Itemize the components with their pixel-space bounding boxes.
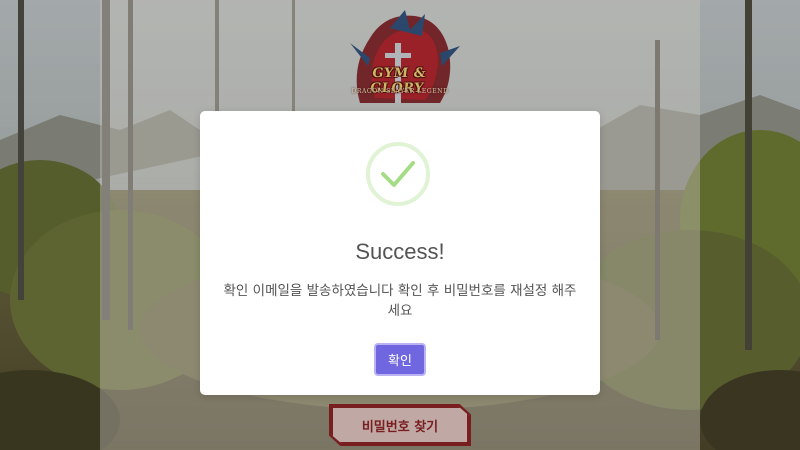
check-icon — [381, 161, 415, 187]
success-dialog: Success! 확인 이메일을 발송하였습니다 확인 후 비밀번호를 재설정 … — [200, 111, 600, 395]
confirm-button[interactable]: 확인 — [374, 343, 426, 376]
dialog-title: Success! — [355, 239, 445, 264]
dialog-message: 확인 이메일을 발송하였습니다 확인 후 비밀번호를 재설정 해주세요 — [223, 283, 577, 319]
success-icon-ring — [366, 142, 430, 206]
